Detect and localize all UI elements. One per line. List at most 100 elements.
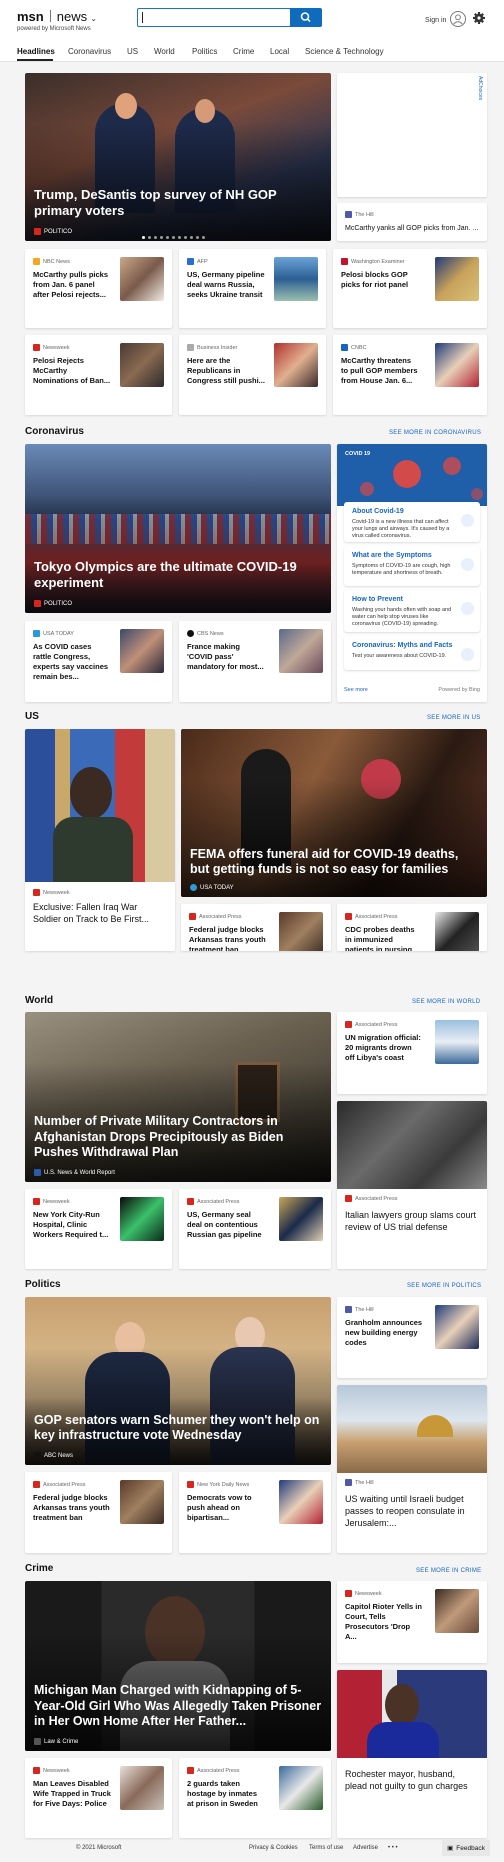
nav-headlines[interactable]: Headlines [17, 47, 55, 56]
nav-coronavirus[interactable]: Coronavirus [68, 47, 111, 56]
nav-crime[interactable]: Crime [233, 47, 254, 56]
politics-hero-title[interactable]: GOP senators warn Schumer they won't hel… [34, 1413, 322, 1444]
list-item[interactable]: Newsweek New York City-Run Hospital, Clin… [25, 1189, 172, 1269]
covid-item[interactable]: About Covid-19 Covid-19 is a new illness … [344, 502, 480, 542]
see-more-world-link[interactable]: SEE MORE IN WORLD [412, 999, 480, 1005]
story-text[interactable]: 2 guards taken hostage by inmates at pri… [187, 1779, 265, 1809]
us-hero[interactable]: FEMA offers funeral aid for COVID-19 dea… [181, 729, 487, 897]
story-text[interactable]: Federal judge blocks Arkansas trans yout… [33, 1493, 111, 1523]
list-item[interactable]: Newsweek Man Leaves Disabled Wife Trapped… [25, 1758, 172, 1838]
politics-hero[interactable]: GOP senators warn Schumer they won't hel… [25, 1297, 331, 1465]
story-text[interactable]: France making 'COVID pass' mandatory for… [187, 642, 265, 672]
list-item[interactable]: Associated Press UN migration official: 2… [337, 1012, 487, 1094]
feedback-button[interactable]: ▣ Feedback [442, 1840, 490, 1856]
crime-hero-title[interactable]: Michigan Man Charged with Kidnapping of … [34, 1683, 322, 1729]
headline-hero-title[interactable]: Trump, DeSantis top survey of NH GOP pri… [34, 187, 322, 219]
list-item[interactable]: Business Insider Here are the Republicans… [179, 335, 326, 415]
nav-local[interactable]: Local [270, 47, 289, 56]
sign-in-link[interactable]: Sign in [425, 17, 446, 24]
coronavirus-hero[interactable]: Tokyo Olympics are the ultimate COVID-19… [25, 444, 331, 613]
story-text[interactable]: Pelosi blocks GOP picks for riot panel [341, 270, 419, 290]
list-item[interactable]: AFP US, Germany pipeline deal warns Russi… [179, 249, 326, 328]
carousel-dots[interactable] [142, 236, 205, 239]
list-item[interactable]: Washington Examiner Pelosi blocks GOP pic… [333, 249, 487, 328]
crime-tile[interactable]: Rochester mayor, husband, plead not guil… [337, 1670, 487, 1838]
advertise-link[interactable]: Advertise [353, 1845, 378, 1851]
list-item[interactable]: CBS News France making 'COVID pass' manda… [179, 621, 331, 702]
list-item[interactable]: Associated Press US, Germany seal deal on… [179, 1189, 331, 1269]
headline-side-text[interactable]: McCarthy yanks all GOP picks from Jan. .… [345, 224, 479, 233]
section-title-politics[interactable]: Politics [25, 1279, 61, 1290]
terms-link[interactable]: Terms of use [309, 1845, 343, 1851]
avatar[interactable] [450, 11, 466, 27]
see-more-us-link[interactable]: SEE MORE IN US [427, 715, 481, 721]
covid-item[interactable]: What are the Symptoms Symptoms of COVID-1… [344, 546, 480, 586]
see-more-politics-link[interactable]: SEE MORE IN POLITICS [407, 1283, 481, 1289]
covid-item-title[interactable]: What are the Symptoms [352, 552, 432, 559]
covid-item-title[interactable]: How to Prevent [352, 596, 403, 603]
story-text[interactable]: Rochester mayor, husband, plead not guil… [345, 1768, 479, 1792]
story-text[interactable]: Democrats vow to push ahead on bipartisa… [187, 1493, 265, 1523]
headline-hero[interactable]: Trump, DeSantis top survey of NH GOP pri… [25, 73, 331, 241]
list-item[interactable]: Associated Press Federal judge blocks Ark… [181, 904, 331, 951]
list-item[interactable]: Associated Press 2 guards taken hostage b… [179, 1758, 331, 1838]
story-text[interactable]: Here are the Republicans in Congress sti… [187, 356, 265, 386]
nav-world[interactable]: World [154, 47, 175, 56]
story-text[interactable]: McCarthy pulls picks from Jan. 6 panel a… [33, 270, 111, 300]
see-more-crime-link[interactable]: SEE MORE IN CRIME [416, 1568, 481, 1574]
chevron-down-icon[interactable]: ⌄ [91, 16, 97, 23]
story-text[interactable]: Italian lawyers group slams court review… [345, 1209, 479, 1233]
section-title-world[interactable]: World [25, 995, 53, 1006]
see-more-coronavirus-link[interactable]: SEE MORE IN CORONAVIRUS [389, 430, 481, 436]
story-text[interactable]: UN migration official: 20 migrants drown… [345, 1033, 423, 1063]
gear-icon[interactable] [472, 11, 486, 25]
world-tile[interactable]: Associated Press Italian lawyers group s… [337, 1101, 487, 1269]
world-hero-title[interactable]: Number of Private Military Contractors i… [34, 1114, 322, 1160]
privacy-link[interactable]: Privacy & Cookies [249, 1845, 298, 1851]
covid-see-more-link[interactable]: See more [344, 687, 368, 693]
list-item[interactable]: New York Daily News Democrats vow to push… [179, 1472, 331, 1553]
list-item[interactable]: Newsweek Pelosi Rejects McCarthy Nominati… [25, 335, 172, 415]
headline-side-card[interactable]: The Hill McCarthy yanks all GOP picks fr… [337, 203, 487, 241]
nav-politics[interactable]: Politics [192, 47, 217, 56]
politics-tile[interactable]: The Hill US waiting until Israeli budget… [337, 1385, 487, 1553]
story-text[interactable]: US waiting until Israeli budget passes t… [345, 1493, 479, 1529]
story-text[interactable]: Exclusive: Fallen Iraq War Soldier on Tr… [33, 901, 167, 925]
msn-logo[interactable]: msn news ⌄ [17, 9, 97, 24]
ad-slot[interactable]: AdChoices [337, 73, 487, 197]
story-text[interactable]: Pelosi Rejects McCarthy Nominations of B… [33, 356, 111, 386]
us-feature-card[interactable]: Newsweek Exclusive: Fallen Iraq War Sold… [25, 729, 175, 951]
adchoices-label[interactable]: AdChoices [477, 76, 483, 100]
coronavirus-hero-title[interactable]: Tokyo Olympics are the ultimate COVID-19… [34, 559, 322, 591]
story-text[interactable]: Capitol Rioter Yells in Court, Tells Pro… [345, 1602, 423, 1643]
list-item[interactable]: The Hill Granholm announces new building … [337, 1297, 487, 1378]
nav-science-technology[interactable]: Science & Technology [305, 47, 384, 56]
list-item[interactable]: USA TODAY As COVID cases rattle Congress,… [25, 621, 172, 702]
section-title-coronavirus[interactable]: Coronavirus [25, 426, 84, 437]
us-hero-title[interactable]: FEMA offers funeral aid for COVID-19 dea… [190, 847, 478, 878]
section-title-crime[interactable]: Crime [25, 1563, 53, 1574]
section-title-us[interactable]: US [25, 711, 39, 722]
search-button[interactable] [290, 8, 322, 27]
list-item[interactable]: NBC News McCarthy pulls picks from Jan. 6… [25, 249, 172, 328]
covid-item[interactable]: How to Prevent Washing your hands often w… [344, 590, 480, 632]
story-text[interactable]: Federal judge blocks Arkansas trans yout… [189, 925, 267, 951]
list-item[interactable]: Associated Press Federal judge blocks Ark… [25, 1472, 172, 1553]
covid-item[interactable]: Coronavirus: Myths and Facts Test your aw… [344, 636, 480, 670]
story-text[interactable]: CDC probes deaths in immunized patients … [345, 925, 423, 951]
story-text[interactable]: Granholm announces new building energy c… [345, 1318, 423, 1348]
nav-us[interactable]: US [127, 47, 138, 56]
story-text[interactable]: McCarthy threatens to pull GOP members f… [341, 356, 419, 386]
story-text[interactable]: New York City-Run Hospital, Clinic Worke… [33, 1210, 111, 1240]
list-item[interactable]: Associated Press CDC probes deaths in imm… [337, 904, 487, 951]
list-item[interactable]: Newsweek Capitol Rioter Yells in Court, T… [337, 1581, 487, 1663]
covid-item-title[interactable]: About Covid-19 [352, 508, 404, 515]
crime-hero[interactable]: Michigan Man Charged with Kidnapping of … [25, 1581, 331, 1751]
story-text[interactable]: US, Germany pipeline deal warns Russia, … [187, 270, 265, 300]
story-text[interactable]: As COVID cases rattle Congress, experts … [33, 642, 111, 683]
covid-item-title[interactable]: Coronavirus: Myths and Facts [352, 642, 452, 649]
search-input[interactable] [137, 8, 291, 27]
story-text[interactable]: Man Leaves Disabled Wife Trapped in Truc… [33, 1779, 111, 1809]
list-item[interactable]: CNBC McCarthy threatens to pull GOP membe… [333, 335, 487, 415]
more-links-button[interactable]: • • • [388, 1845, 398, 1851]
